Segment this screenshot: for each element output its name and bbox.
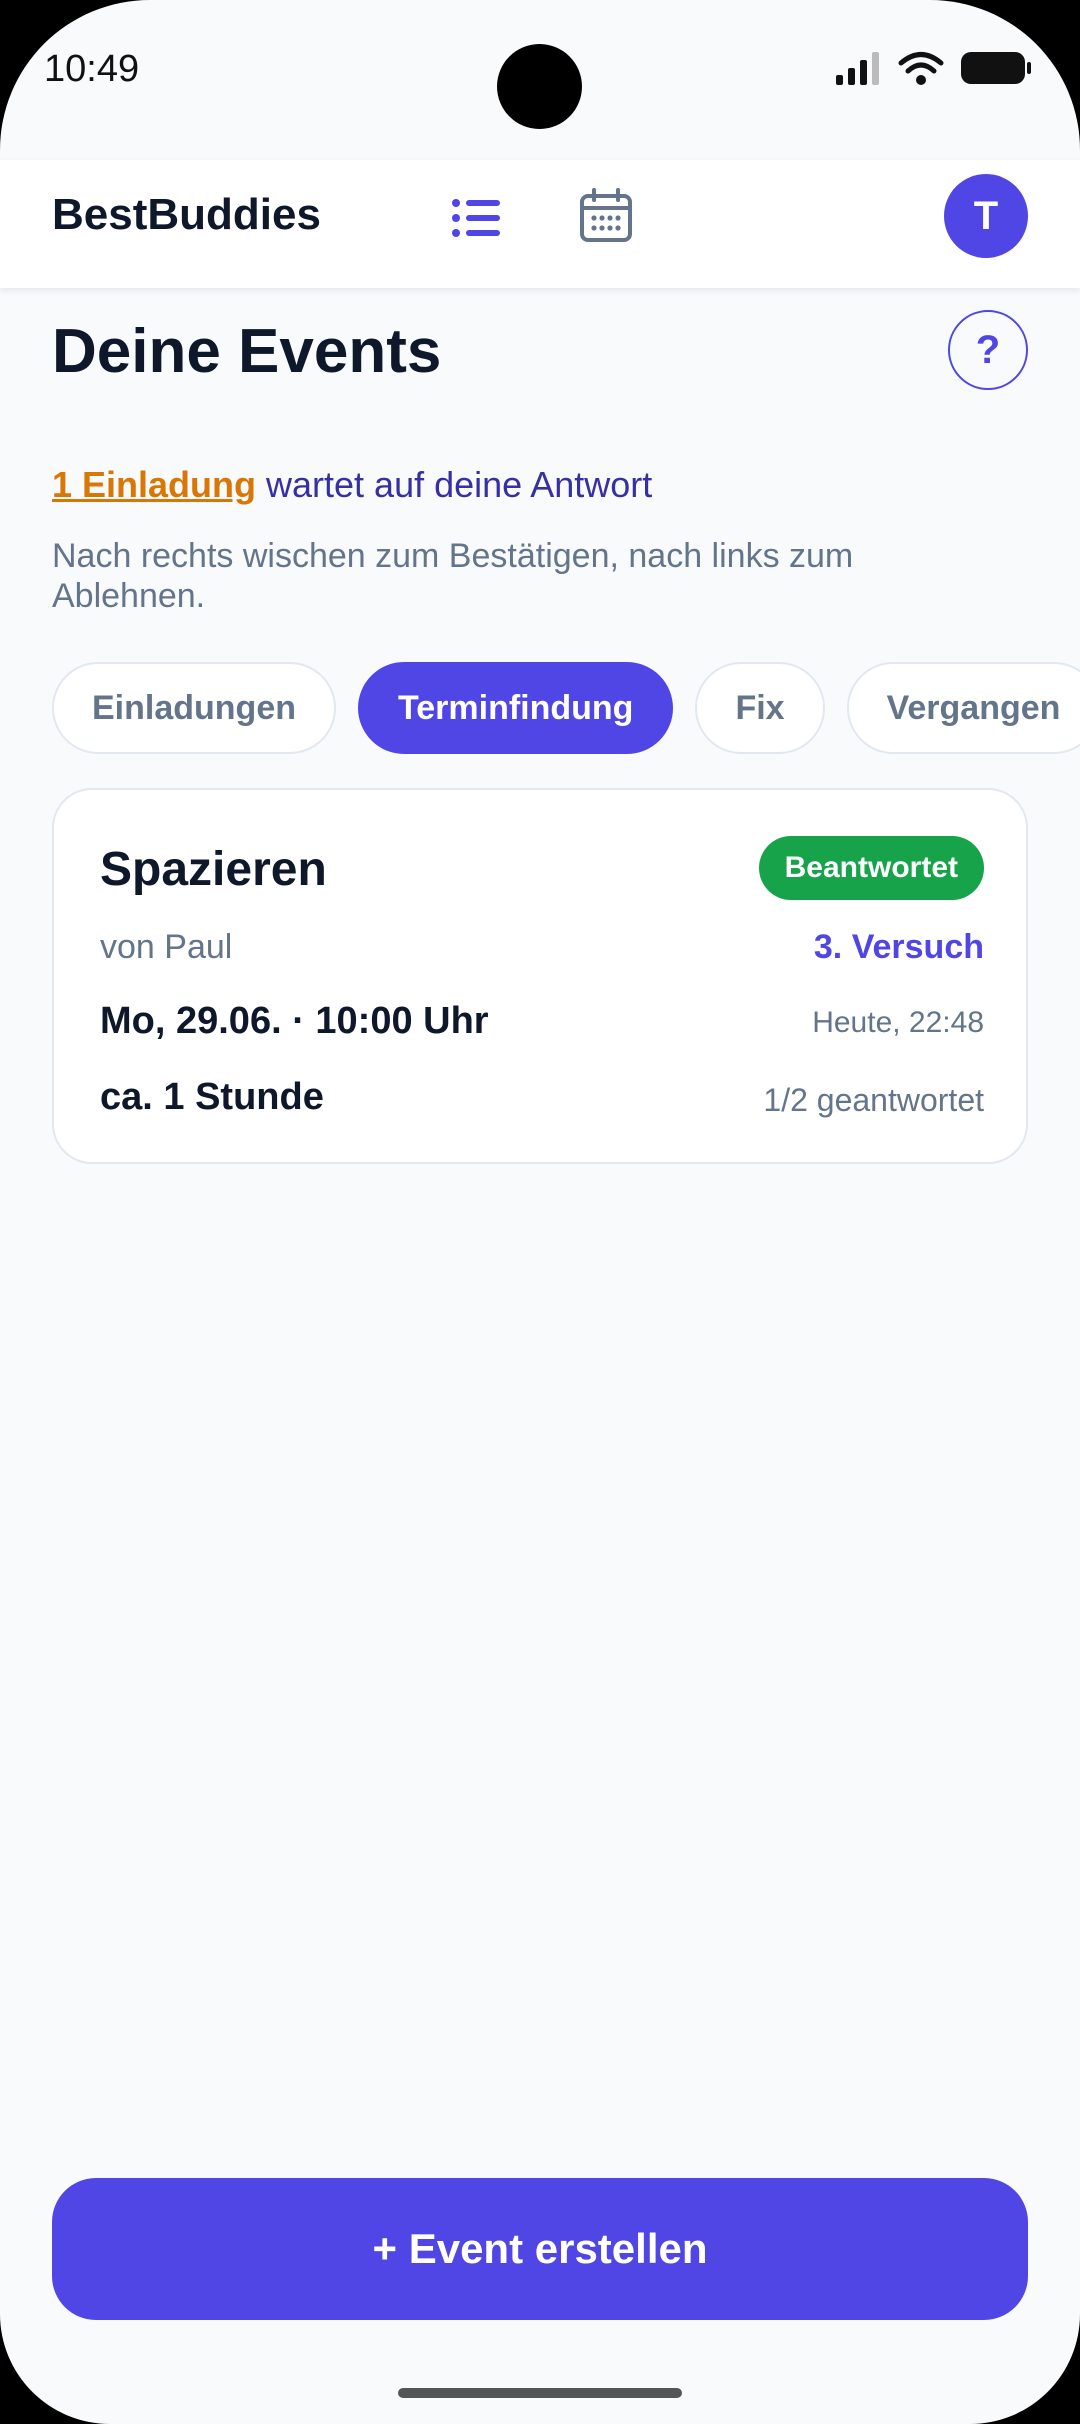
tab-terminfindung[interactable]: Terminfindung bbox=[358, 662, 674, 754]
invite-link[interactable]: 1 Einladung bbox=[52, 464, 256, 505]
battery-icon bbox=[961, 52, 1031, 84]
help-button[interactable]: ? bbox=[948, 310, 1028, 390]
camera-cutout bbox=[497, 44, 582, 129]
event-title: Spazieren bbox=[100, 843, 327, 896]
list-icon[interactable] bbox=[446, 188, 506, 248]
phone-screen: 10:49 BestBuddies T Deine Events ? 1 Ein… bbox=[0, 0, 1080, 2424]
wifi-icon bbox=[898, 52, 944, 85]
swipe-hint: Nach rechts wischen zum Bestätigen, nach… bbox=[52, 537, 854, 615]
event-answer-count: 1/2 geantwortet bbox=[763, 1082, 984, 1118]
event-card[interactable]: Spazieren Beantwortet von Paul 3. Versuc… bbox=[52, 788, 1028, 1164]
signal-icon bbox=[836, 52, 879, 85]
status-badge: Beantwortet bbox=[758, 836, 984, 900]
invite-notice-text: wartet auf deine Antwort bbox=[256, 464, 653, 505]
app-header: BestBuddies T bbox=[0, 160, 1080, 288]
status-icons bbox=[834, 50, 1032, 86]
tab-einladungen[interactable]: Einladungen bbox=[52, 662, 336, 754]
event-date: Mo, 29.06. · 10:00 Uhr bbox=[100, 1000, 489, 1042]
status-time: 10:49 bbox=[44, 48, 140, 90]
event-updated: Heute, 22:48 bbox=[812, 1006, 984, 1039]
tab-vergangen[interactable]: Vergangen bbox=[846, 662, 1080, 754]
home-indicator bbox=[398, 2388, 682, 2398]
page-title: Deine Events bbox=[52, 317, 442, 386]
filter-tabs: Einladungen Terminfindung Fix Vergangen bbox=[52, 662, 1080, 754]
event-owner: von Paul bbox=[100, 928, 233, 966]
event-duration: ca. 1 Stunde bbox=[100, 1076, 324, 1118]
invite-notice: 1 Einladung wartet auf deine Antwort bbox=[52, 464, 652, 506]
calendar-icon[interactable] bbox=[576, 186, 636, 246]
event-attempt: 3. Versuch bbox=[813, 928, 984, 966]
avatar[interactable]: T bbox=[944, 174, 1028, 258]
brand-logo: BestBuddies bbox=[52, 190, 321, 239]
tab-fix[interactable]: Fix bbox=[695, 662, 825, 754]
create-event-button[interactable]: + Event erstellen bbox=[52, 2178, 1028, 2320]
